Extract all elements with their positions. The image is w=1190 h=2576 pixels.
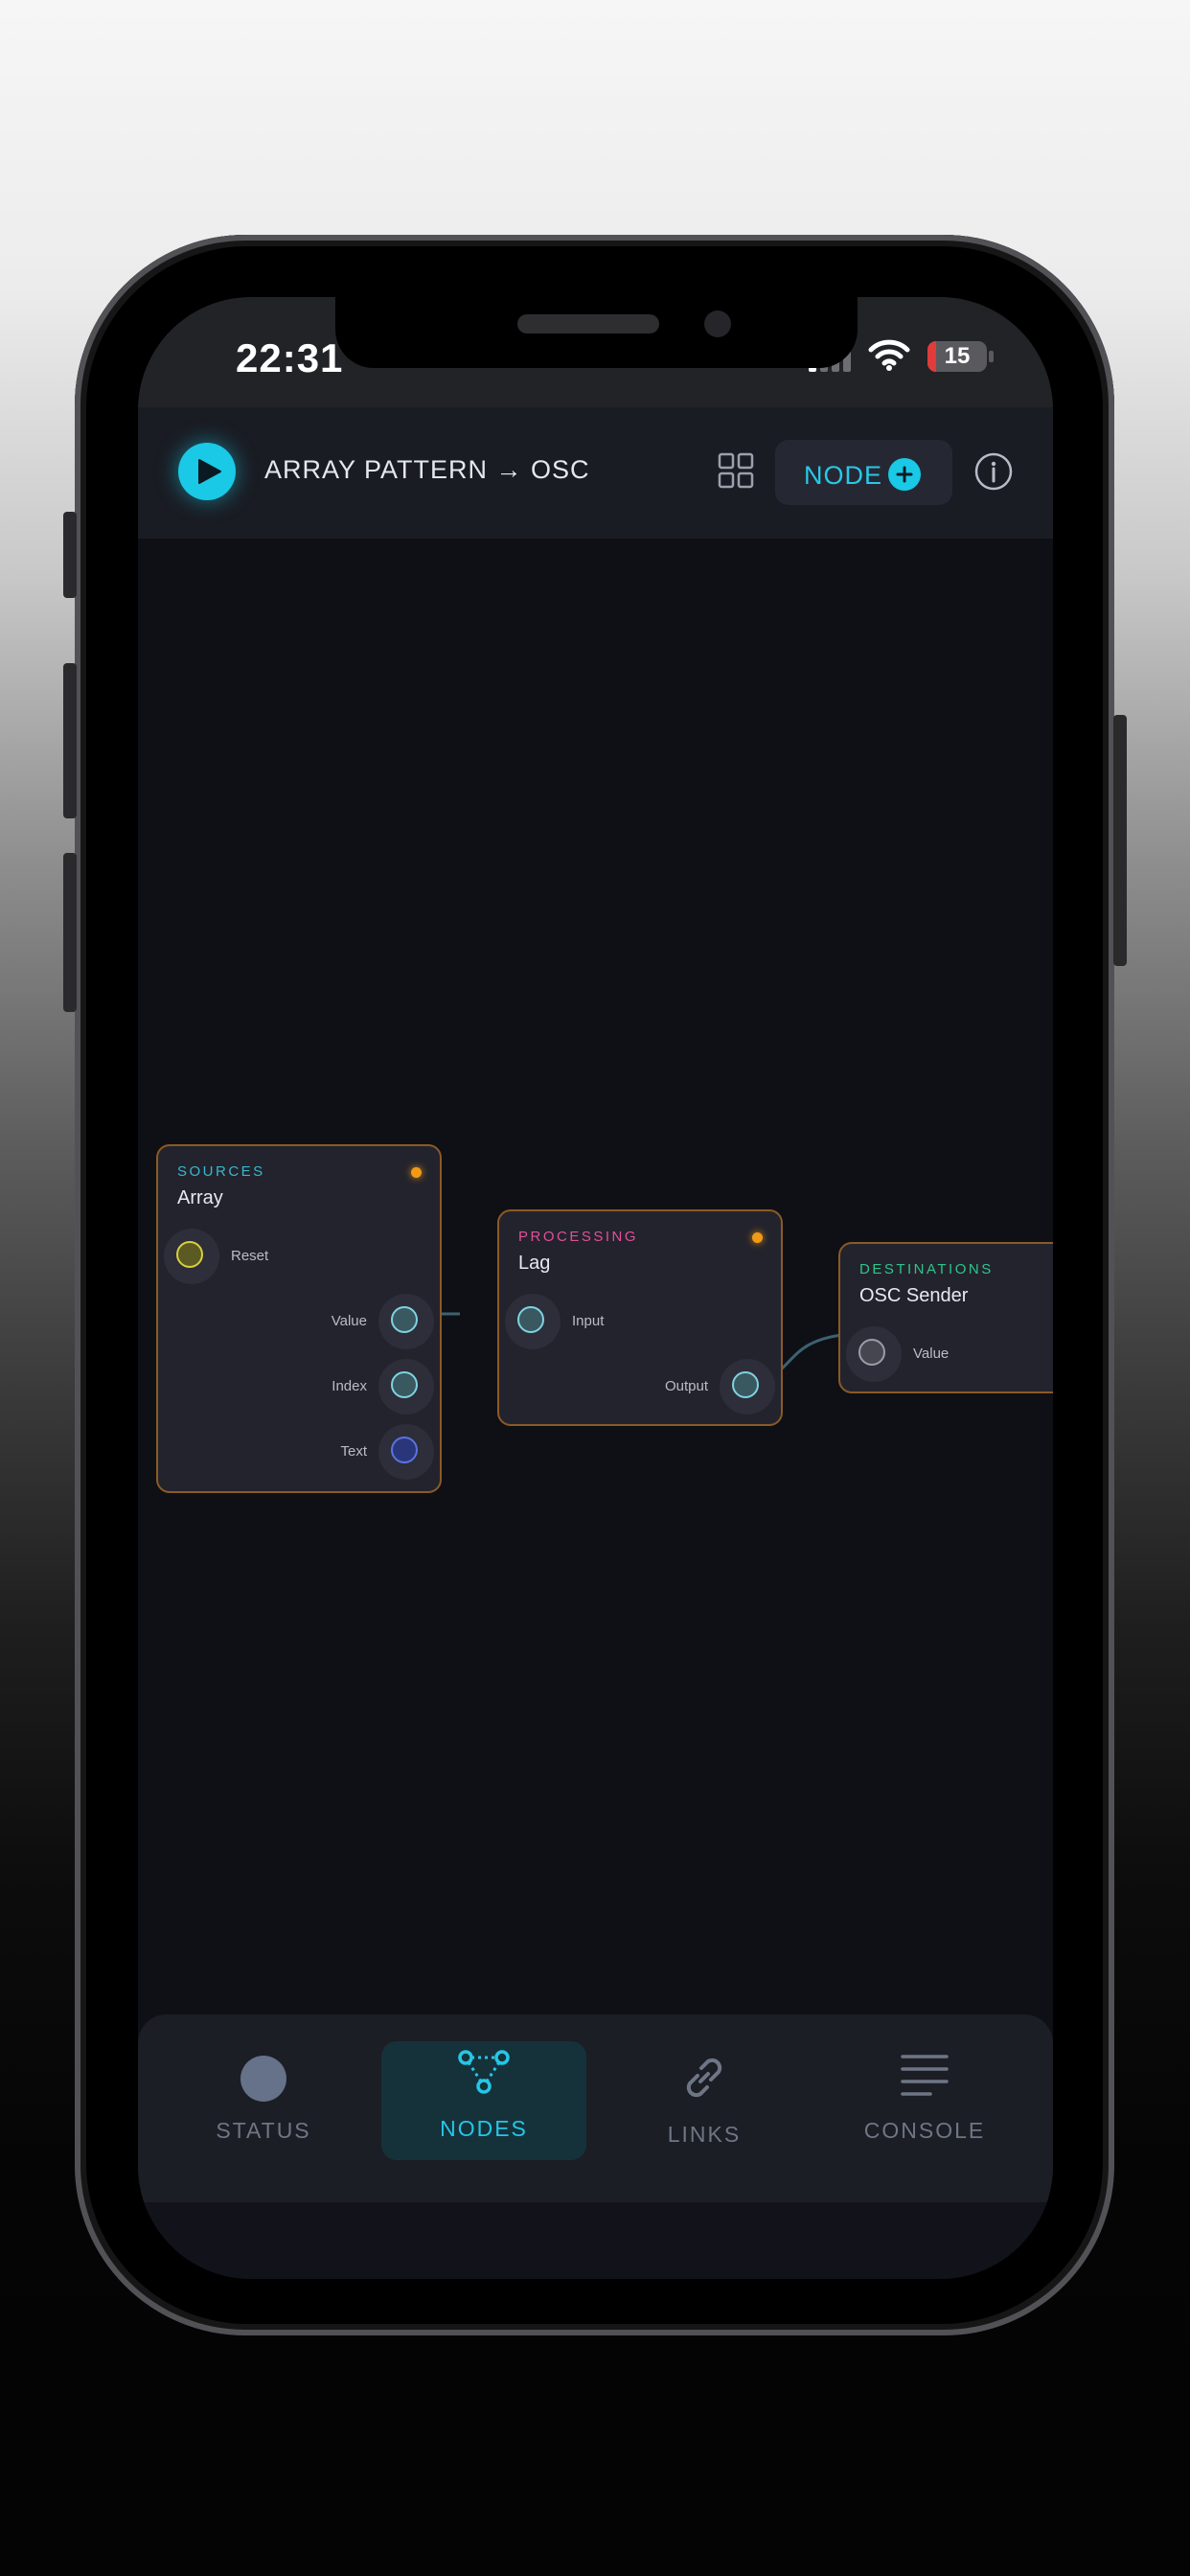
node-category: SOURCES [177, 1163, 265, 1180]
volume-up-button [63, 663, 77, 818]
port-reset[interactable] [164, 1229, 219, 1284]
port-label: Output [664, 1378, 708, 1394]
node-canvas[interactable]: SOURCES Array Reset Value Index Text PRO… [138, 539, 1053, 2014]
tab-bar: STATUS NODES LINKS CONSOLE [138, 2014, 1053, 2202]
link-icon [686, 2058, 722, 2098]
volume-down-button [63, 853, 77, 1012]
node-osc-sender[interactable]: DESTINATIONS OSC Sender Value [838, 1242, 1053, 1393]
port-label: Reset [231, 1248, 269, 1264]
port-dot [732, 1371, 759, 1398]
port-dot [391, 1306, 418, 1333]
battery-indicator: 15 [927, 341, 987, 372]
add-node-label: NODE [804, 461, 883, 490]
port-dot [517, 1306, 544, 1333]
tab-bar-area: STATUS NODES LINKS CONSOLE [138, 2014, 1053, 2279]
battery-tip [989, 351, 994, 362]
port-label: Value [331, 1313, 367, 1329]
node-category: PROCESSING [518, 1229, 639, 1245]
port-label: Value [913, 1346, 950, 1362]
menu-lines-icon [901, 2055, 949, 2096]
tab-nodes[interactable]: NODES [381, 2041, 586, 2160]
add-node-button[interactable]: NODE [775, 440, 952, 505]
tab-links[interactable]: LINKS [602, 2041, 807, 2160]
play-button[interactable] [178, 443, 236, 500]
play-icon [198, 459, 221, 484]
tab-status[interactable]: STATUS [161, 2041, 366, 2160]
node-category: DESTINATIONS [859, 1261, 994, 1277]
tab-label: NODES [440, 2116, 528, 2141]
tab-label: STATUS [216, 2118, 311, 2143]
port-dot [858, 1339, 885, 1366]
notch [335, 297, 858, 368]
port-dot [176, 1241, 203, 1268]
grid-layout-icon[interactable] [717, 451, 755, 490]
tab-console[interactable]: CONSOLE [822, 2041, 1027, 2160]
port-input[interactable] [505, 1294, 561, 1349]
port-label: Index [332, 1378, 367, 1394]
battery-percentage: 15 [944, 343, 971, 369]
info-icon[interactable] [973, 451, 1014, 492]
earpiece-speaker [517, 314, 659, 334]
circle-icon [240, 2056, 286, 2102]
front-camera [704, 310, 731, 337]
node-graph-icon [458, 2050, 510, 2094]
status-led [411, 1167, 422, 1178]
home-indicator-area [138, 2202, 1053, 2279]
port-label: Input [572, 1313, 605, 1329]
node-title: Array [177, 1187, 223, 1208]
tab-label: CONSOLE [863, 2118, 986, 2143]
port-value[interactable] [378, 1294, 434, 1349]
node-array[interactable]: SOURCES Array Reset Value Index Text [156, 1144, 442, 1493]
power-button [1113, 715, 1127, 966]
port-dot [391, 1437, 418, 1463]
silent-switch [63, 512, 77, 598]
plus-icon [888, 458, 921, 491]
screen: 22:31 15 ARRAY PATTERN → OSC NODE SOURCE… [138, 297, 1053, 2279]
port-label: Text [340, 1443, 367, 1460]
node-title: OSC Sender [859, 1285, 969, 1306]
project-title: ARRAY PATTERN → OSC [264, 455, 590, 484]
wifi-icon [868, 339, 910, 371]
port-output[interactable] [720, 1359, 775, 1414]
node-lag[interactable]: PROCESSING Lag Input Output [497, 1209, 783, 1426]
status-time: 22:31 [236, 335, 344, 380]
port-index[interactable] [378, 1359, 434, 1414]
node-title: Lag [518, 1253, 551, 1274]
port-text[interactable] [378, 1424, 434, 1480]
tab-label: LINKS [667, 2122, 742, 2147]
status-led [752, 1232, 763, 1243]
port-value[interactable] [846, 1326, 902, 1382]
app-header: ARRAY PATTERN → OSC NODE [138, 407, 1053, 539]
port-dot [391, 1371, 418, 1398]
